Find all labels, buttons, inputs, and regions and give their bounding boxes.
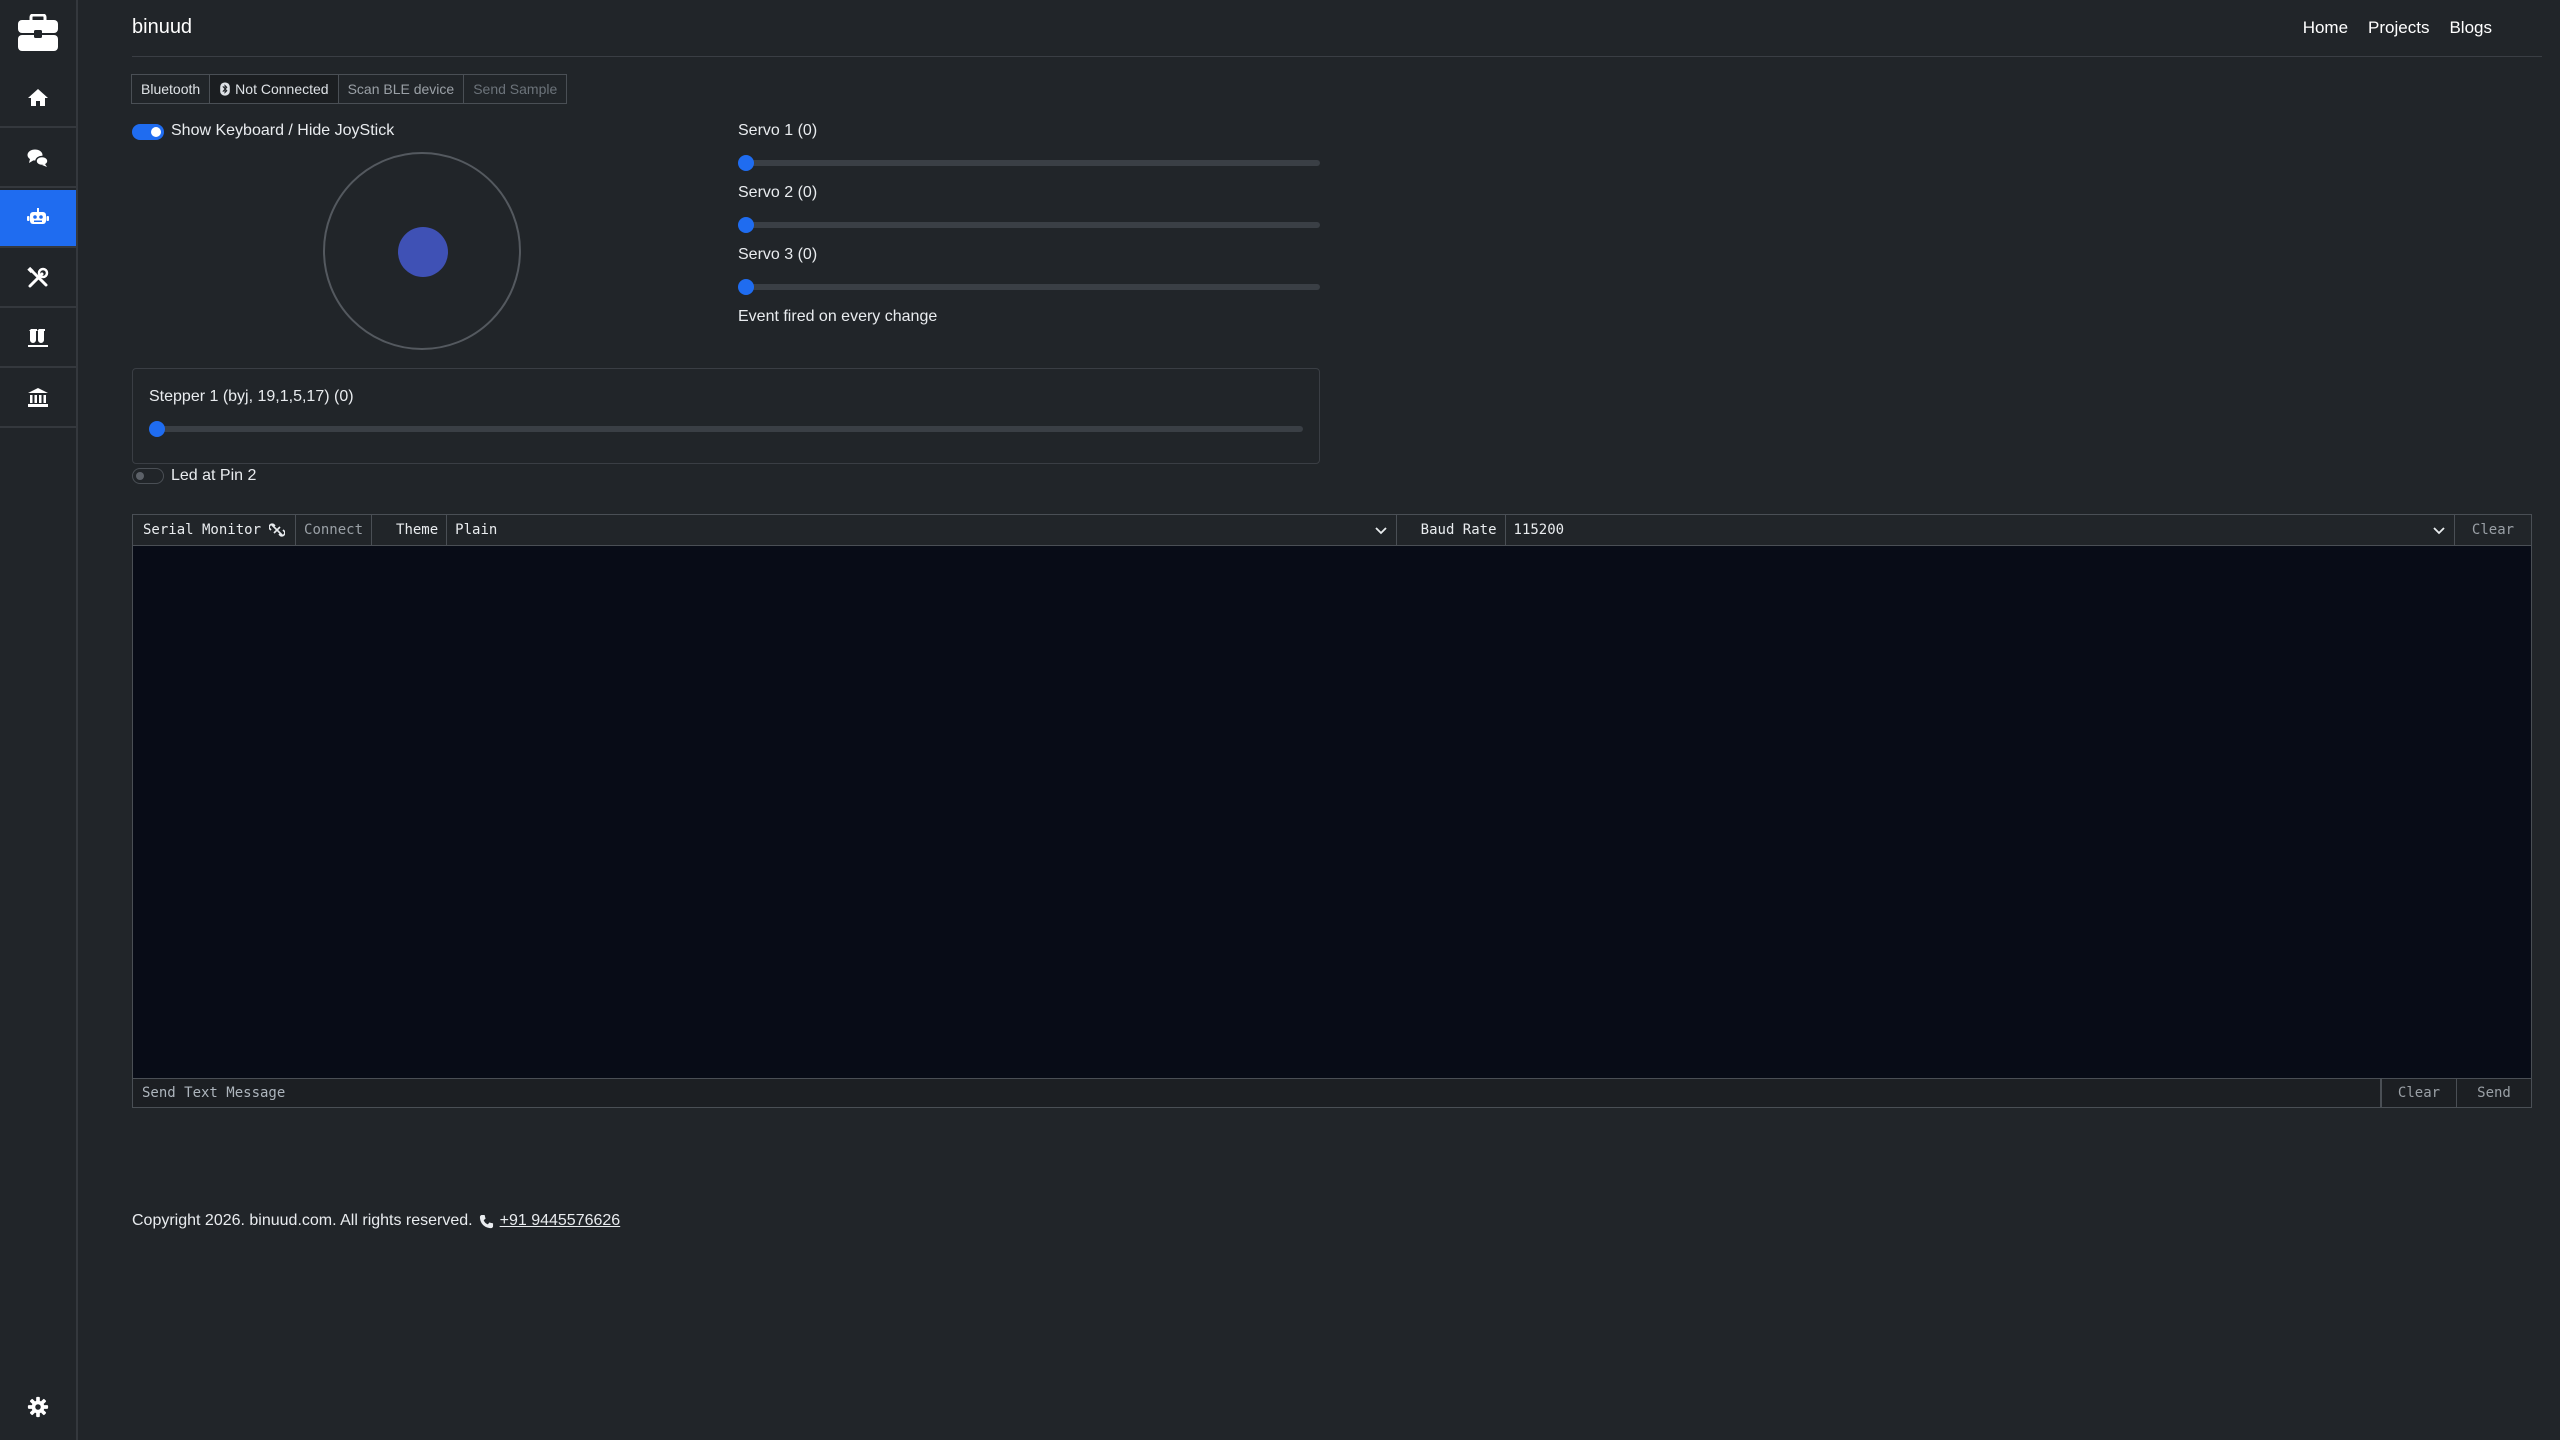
nav-home-link[interactable]: Home: [2303, 18, 2348, 38]
sidebar-item-robot[interactable]: [0, 190, 76, 248]
serial-output-terminal[interactable]: [132, 546, 2532, 1078]
sidebar-item-chat[interactable]: [0, 130, 76, 188]
bluetooth-group: Bluetooth Not Connected Scan BLE device …: [131, 74, 568, 104]
toolbox-logo-icon[interactable]: [0, 0, 76, 66]
nav-blogs-link[interactable]: Blogs: [2449, 18, 2492, 38]
joystick-knob[interactable]: [398, 227, 448, 277]
keyboard-joystick-toggle[interactable]: [132, 124, 164, 140]
stepper-1-slider-thumb[interactable]: [149, 421, 165, 437]
bluetooth-status: Not Connected: [209, 74, 339, 104]
sidebar-item-home[interactable]: [0, 70, 76, 128]
send-clear-button[interactable]: Clear: [2381, 1079, 2456, 1107]
keyboard-joystick-label: Show Keyboard / Hide JoyStick: [171, 122, 395, 139]
stepper-1-label: Stepper 1 (byj, 19,1,5,17) (0): [149, 388, 354, 405]
led-pin-2-label: Led at Pin 2: [171, 467, 257, 484]
serial-monitor-title: Serial Monitor: [133, 515, 297, 545]
sidebar: [0, 0, 78, 1440]
phone-icon: [479, 1214, 493, 1228]
header-divider: [132, 56, 2542, 57]
sidebar-item-bank[interactable]: [0, 370, 76, 428]
sidebar-settings[interactable]: [0, 1382, 76, 1432]
baud-rate-label: Baud Rate: [1397, 515, 1506, 545]
baud-rate-select-value: 115200: [1513, 522, 1565, 538]
bluetooth-status-text: Not Connected: [235, 81, 329, 97]
nav-projects-link[interactable]: Projects: [2368, 18, 2429, 38]
servo-2-slider-thumb[interactable]: [738, 217, 754, 233]
bluetooth-label: Bluetooth: [131, 74, 211, 104]
servo-2-slider-track[interactable]: [738, 222, 1320, 228]
serial-clear-button[interactable]: Clear: [2455, 515, 2531, 545]
baud-rate-select[interactable]: 115200: [1506, 515, 2455, 545]
led-pin-2-toggle[interactable]: [132, 468, 164, 484]
chevron-down-icon: [2433, 527, 2445, 535]
scan-ble-button[interactable]: Scan BLE device: [337, 74, 465, 104]
footer: Copyright 2026. binuud.com. All rights r…: [132, 1212, 620, 1230]
send-sample-button[interactable]: Send Sample: [463, 74, 568, 104]
stepper-panel: [132, 368, 1320, 464]
servo-1-label: Servo 1 (0): [738, 122, 818, 139]
servo-3-slider-thumb[interactable]: [738, 279, 754, 295]
chat-icon: [27, 149, 49, 167]
theme-label: Theme: [372, 515, 448, 545]
serial-connect-button[interactable]: Connect: [296, 515, 373, 545]
tools-icon: [27, 266, 49, 288]
servo-3-label: Servo 3 (0): [738, 246, 818, 263]
stepper-1-slider-track[interactable]: [149, 426, 1303, 432]
sidebar-item-lab[interactable]: [0, 310, 76, 368]
phone-link[interactable]: +91 9445576626: [500, 1212, 621, 1230]
servo-event-note: Event fired on every change: [738, 308, 938, 325]
brand-name[interactable]: binuud: [132, 16, 192, 39]
theme-select[interactable]: Plain: [447, 515, 1397, 545]
serial-monitor-title-text: Serial Monitor: [143, 522, 262, 538]
send-button[interactable]: Send: [2456, 1079, 2531, 1107]
servo-3-slider-track[interactable]: [738, 284, 1320, 290]
serial-monitor-toolbar: Serial Monitor Connect Theme Plain Baud …: [132, 514, 2532, 546]
home-icon: [28, 89, 48, 106]
bank-icon: [28, 388, 48, 407]
theme-select-value: Plain: [455, 522, 498, 538]
robot-icon: [27, 208, 49, 224]
send-text-input[interactable]: Send Text Message: [133, 1079, 2381, 1107]
copyright-text: Copyright 2026. binuud.com. All rights r…: [132, 1212, 473, 1229]
servo-2-label: Servo 2 (0): [738, 184, 818, 201]
sidebar-item-tools[interactable]: [0, 250, 76, 308]
unlink-icon: [269, 523, 286, 537]
servo-1-slider-track[interactable]: [738, 160, 1320, 166]
serial-send-bar: Send Text Message Clear Send: [132, 1078, 2532, 1108]
chevron-down-icon: [1375, 527, 1387, 535]
top-nav: Home Projects Blogs: [2303, 18, 2492, 38]
bluetooth-icon: [220, 82, 230, 96]
servo-1-slider-thumb[interactable]: [738, 155, 754, 171]
gear-icon: [27, 1396, 49, 1418]
lab-icon: [28, 329, 48, 347]
